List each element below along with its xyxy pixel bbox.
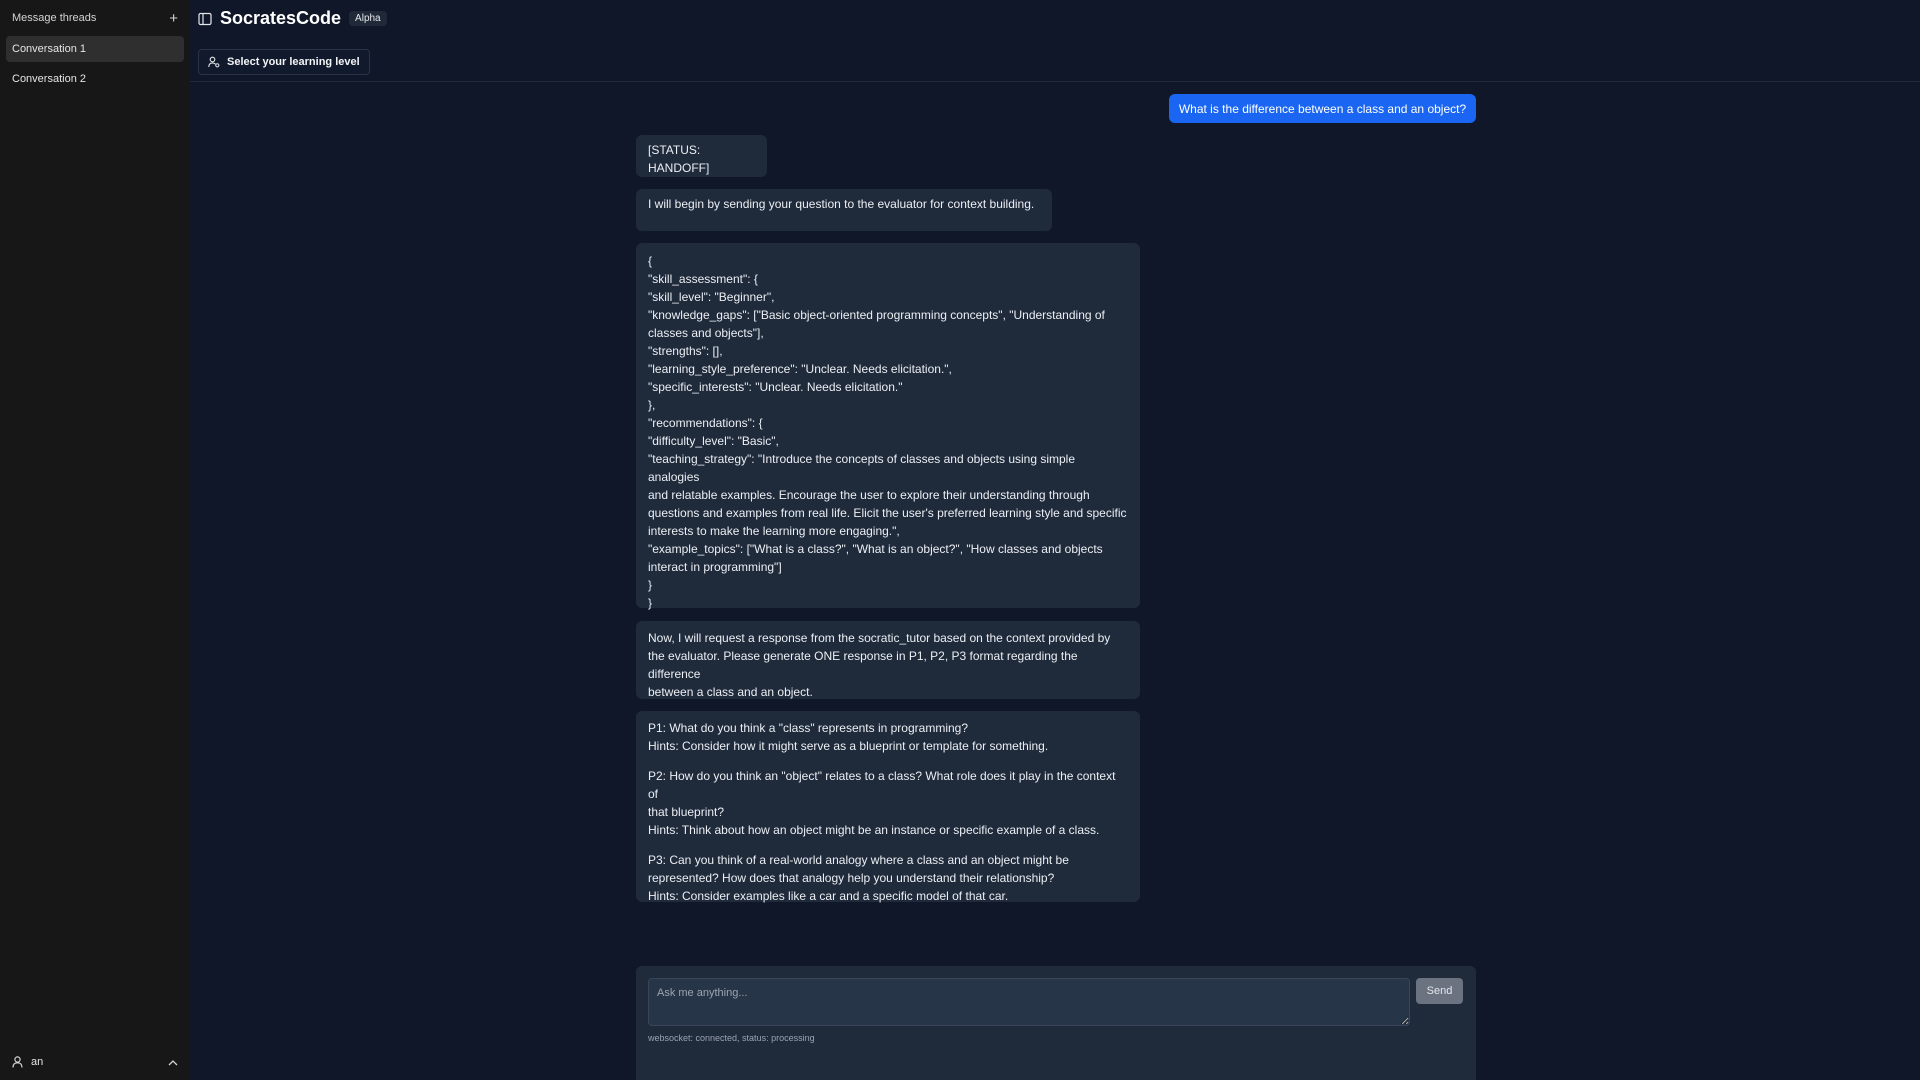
json-line: interests to make the learning more enga… <box>648 524 900 538</box>
sidebar-toggle-icon[interactable] <box>198 12 212 26</box>
thread-item-conversation-1[interactable]: Conversation 1 <box>6 36 184 62</box>
p3-question-cont: represented? How does that analogy help … <box>648 871 1055 885</box>
p2-question-cont: that blueprint? <box>648 805 725 819</box>
thread-item-conversation-2[interactable]: Conversation 2 <box>6 66 184 92</box>
sidebar-header: Message threads + <box>0 0 190 36</box>
json-line: "difficulty_level": "Basic", <box>648 434 779 448</box>
assistant-request-message: Now, I will request a response from the … <box>636 621 1140 699</box>
json-line: } <box>648 596 653 610</box>
send-button[interactable]: Send <box>1416 978 1463 1004</box>
sidebar-title: Message threads <box>12 12 97 24</box>
user-menu[interactable]: an <box>0 1044 190 1080</box>
json-line: "teaching_strategy": "Introduce the conc… <box>648 452 1079 484</box>
request-line: Now, I will request a response from the … <box>648 631 1111 645</box>
username: an <box>31 1056 44 1068</box>
assistant-evaluation-message: { "skill_assessment": { "skill_level": "… <box>636 243 1140 610</box>
assistant-status-message: [STATUS: HANDOFF] <box>636 135 767 177</box>
p1-question: P1: What do you think a "class" represen… <box>648 721 969 735</box>
assistant-socratic-message: P1: What do you think a "class" represen… <box>636 711 1140 905</box>
json-line: "skill_assessment": { <box>648 272 758 286</box>
p2-question: P2: How do you think an "object" relates… <box>648 769 1119 801</box>
request-line: between a class and an object. <box>648 685 813 699</box>
p1-hint: Hints: Consider how it might serve as a … <box>648 739 1049 753</box>
json-line: "example_topics": ["What is a class?", "… <box>648 542 1103 556</box>
p2-hint: Hints: Think about how an object might b… <box>648 823 1100 837</box>
request-line: the evaluator. Please generate ONE respo… <box>648 649 1081 681</box>
p3-block: P3: Can you think of a real-world analog… <box>648 851 1128 905</box>
level-button-label: Select your learning level <box>227 56 360 68</box>
status-text: [STATUS: HANDOFF] <box>648 143 710 175</box>
json-line: } <box>648 578 653 592</box>
json-line: "recommendations": { <box>648 416 763 430</box>
json-line: "learning_style_preference": "Unclear. N… <box>648 362 952 376</box>
p1-block: P1: What do you think a "class" represen… <box>648 719 1128 755</box>
thread-list: Conversation 1 Conversation 2 <box>0 36 190 96</box>
user-message: What is the difference between a class a… <box>1169 94 1476 123</box>
sidebar: Message threads + Conversation 1 Convers… <box>0 0 190 1080</box>
json-line: }, <box>648 398 656 412</box>
message-input[interactable] <box>648 978 1410 1026</box>
json-line: "knowledge_gaps": ["Basic object-oriente… <box>648 308 1105 322</box>
json-line: { <box>648 254 653 268</box>
json-line: "strengths": [], <box>648 344 723 358</box>
input-panel: Send websocket: connected, status: proce… <box>636 966 1476 1080</box>
alpha-badge: Alpha <box>349 11 387 26</box>
json-line: "skill_level": "Beginner", <box>648 290 775 304</box>
p3-hint: Hints: Consider examples like a car and … <box>648 889 1009 903</box>
intro-text: I will begin by sending your question to… <box>648 197 1035 211</box>
json-line: and relatable examples. Encourage the us… <box>648 488 1090 502</box>
json-line: classes and objects"], <box>648 326 764 340</box>
chevron-up-icon[interactable] <box>168 1059 178 1066</box>
app-title: SocratesCode <box>220 8 342 28</box>
p3-question: P3: Can you think of a real-world analog… <box>648 853 1069 867</box>
p2-block: P2: How do you think an "object" relates… <box>648 767 1128 839</box>
json-line: "specific_interests": "Unclear. Needs el… <box>648 380 903 394</box>
select-learning-level-button[interactable]: Select your learning level <box>198 49 370 75</box>
json-line: questions and examples from real life. E… <box>648 506 1127 520</box>
user-info[interactable]: an <box>12 1056 43 1068</box>
json-line: interact in programming"] <box>648 560 782 574</box>
header: SocratesCode Alpha Select your learning … <box>190 0 1920 82</box>
user-level-icon <box>208 56 220 68</box>
title-row: SocratesCode Alpha <box>198 8 387 29</box>
connection-status: websocket: connected, status: processing <box>648 1033 815 1043</box>
assistant-intro-message: I will begin by sending your question to… <box>636 189 1052 231</box>
user-icon <box>12 1056 23 1068</box>
plus-icon[interactable]: + <box>169 11 178 26</box>
